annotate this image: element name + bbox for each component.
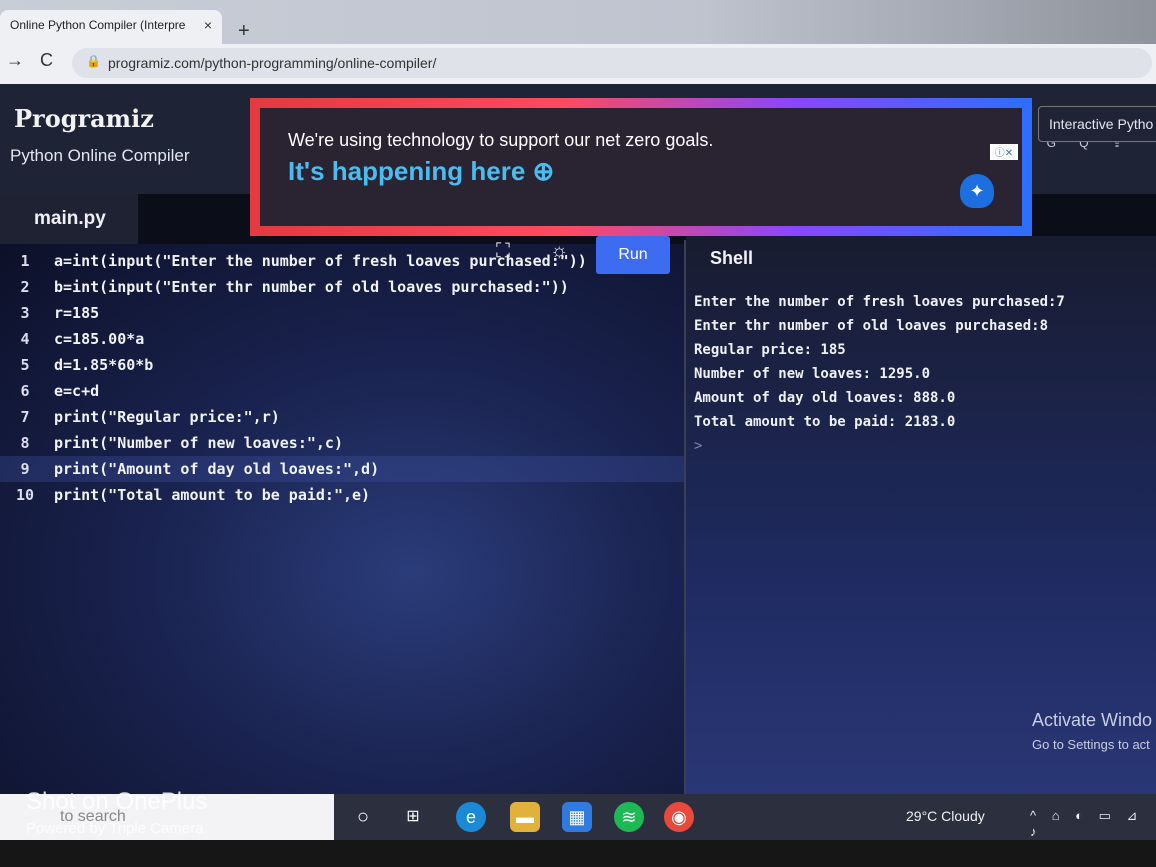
code-line-active[interactable]: 9 print("Amount of day old loaves:",d)	[0, 456, 686, 482]
shell-output-line: Amount of day old loaves: 888.0	[694, 390, 956, 406]
ad-headline: We're using technology to support our ne…	[288, 130, 714, 150]
eagle-logo-icon: ✦	[960, 174, 994, 208]
code-text: print("Amount of day old loaves:",d)	[54, 460, 380, 478]
code-line[interactable]: 1 a=int(input("Enter the number of fresh …	[0, 248, 686, 274]
spotify-icon[interactable]: ≋	[614, 802, 644, 832]
weather-widget[interactable]: 29°C Cloudy	[906, 808, 985, 824]
browser-tab[interactable]: Online Python Compiler (Interpre ×	[0, 10, 222, 44]
shell-output-line: Number of new loaves: 1295.0	[694, 366, 931, 382]
code-text: a=int(input("Enter the number of fresh l…	[54, 252, 587, 270]
activate-title: Activate Windo	[1032, 710, 1153, 730]
code-text: d=1.85*60*b	[54, 356, 154, 374]
lock-icon: 🔒	[86, 54, 101, 68]
task-view-icon[interactable]: ⊞	[398, 802, 428, 832]
store-icon[interactable]: ▦	[562, 802, 592, 832]
shell-title: Shell	[710, 248, 754, 268]
advertisement-banner[interactable]: We're using technology to support our ne…	[250, 98, 1032, 236]
page-subtitle: Python Online Compiler	[10, 146, 190, 165]
address-bar-row: → C 🔒 programiz.com/python-programming/o…	[0, 44, 1156, 84]
line-number: 10	[15, 486, 35, 504]
interactive-python-button[interactable]: Interactive Pytho	[1038, 106, 1156, 142]
file-explorer-icon[interactable]: ▬	[510, 802, 540, 832]
code-text: e=c+d	[54, 382, 100, 400]
activate-windows-notice: Activate Windo Go to Settings to act	[1032, 710, 1152, 752]
code-text: b=int(input("Enter thr number of old loa…	[54, 278, 569, 296]
close-tab-icon[interactable]: ×	[204, 17, 212, 33]
code-line[interactable]: 6 e=c+d	[0, 378, 686, 404]
system-tray-icons[interactable]: ^ ⌂ ◐ ▭ ⊿ ♪	[1030, 808, 1156, 839]
code-text: r=185	[54, 304, 100, 322]
line-number: 5	[20, 356, 30, 374]
code-line[interactable]: 2 b=int(input("Enter thr number of old lo…	[0, 274, 686, 300]
chrome-icon[interactable]: ◉	[664, 802, 694, 832]
camera-watermark: Shot on OnePlus Powered by Triple Camera	[26, 788, 207, 837]
programiz-logo[interactable]: Programiz	[14, 104, 154, 133]
code-line[interactable]: 7 print("Regular price:",r)	[0, 404, 686, 430]
code-line[interactable]: 4 c=185.00*a	[0, 326, 686, 352]
back-arrow-icon[interactable]: →	[6, 50, 24, 71]
ad-choices-icon[interactable]: ⓘ✕	[990, 144, 1018, 160]
shell-output-line: Enter the number of fresh loaves purchas…	[694, 294, 1065, 310]
line-number: 8	[20, 434, 30, 452]
line-number: 6	[20, 382, 30, 400]
ad-cta[interactable]: It's happening here ⊕	[288, 156, 554, 187]
code-line[interactable]: 10 print("Total amount to be paid:",e)	[0, 482, 686, 508]
shell-prompt[interactable]: >	[694, 434, 1065, 458]
code-line[interactable]: 8 print("Number of new loaves:",c)	[0, 430, 686, 456]
code-lines[interactable]: 1 a=int(input("Enter the number of fresh …	[0, 248, 686, 508]
reload-icon[interactable]: C	[40, 50, 53, 71]
line-number: 7	[20, 408, 30, 426]
cortana-icon[interactable]: ○	[348, 802, 378, 832]
browser-tab-strip: Online Python Compiler (Interpre × +	[0, 0, 1156, 44]
line-number: 4	[20, 330, 30, 348]
shell-output-line: Enter thr number of old loaves purchased…	[694, 318, 1049, 334]
tab-title: Online Python Compiler (Interpre	[10, 18, 186, 32]
code-text: c=185.00*a	[54, 330, 145, 348]
url-text: programiz.com/python-programming/online-…	[108, 55, 437, 71]
edge-browser-icon[interactable]: e	[456, 802, 486, 832]
activate-subtitle: Go to Settings to act	[1032, 737, 1150, 752]
code-line[interactable]: 3 r=185	[0, 300, 686, 326]
url-input[interactable]: 🔒 programiz.com/python-programming/onlin…	[72, 48, 1152, 78]
code-text: print("Regular price:",r)	[54, 408, 280, 426]
line-number: 2	[20, 278, 30, 296]
laptop-bezel	[0, 840, 1156, 867]
code-line[interactable]: 5 d=1.85*60*b	[0, 352, 686, 378]
shell-output-line: Total amount to be paid: 2183.0	[694, 414, 956, 430]
line-number: 3	[20, 304, 30, 322]
new-tab-button[interactable]: +	[238, 20, 250, 43]
shell-output-line: Regular price: 185	[694, 342, 846, 358]
line-number: 1	[20, 252, 30, 270]
watermark-line2: Powered by Triple Camera	[26, 820, 204, 837]
site-header: Programiz Python Online Compiler We're u…	[0, 84, 1156, 236]
line-number: 9	[20, 460, 30, 478]
code-text: print("Total amount to be paid:",e)	[54, 486, 371, 504]
watermark-line1: Shot on OnePlus	[26, 788, 208, 815]
shell-output[interactable]: Enter the number of fresh loaves purchas…	[694, 290, 1065, 458]
code-text: print("Number of new loaves:",c)	[54, 434, 343, 452]
